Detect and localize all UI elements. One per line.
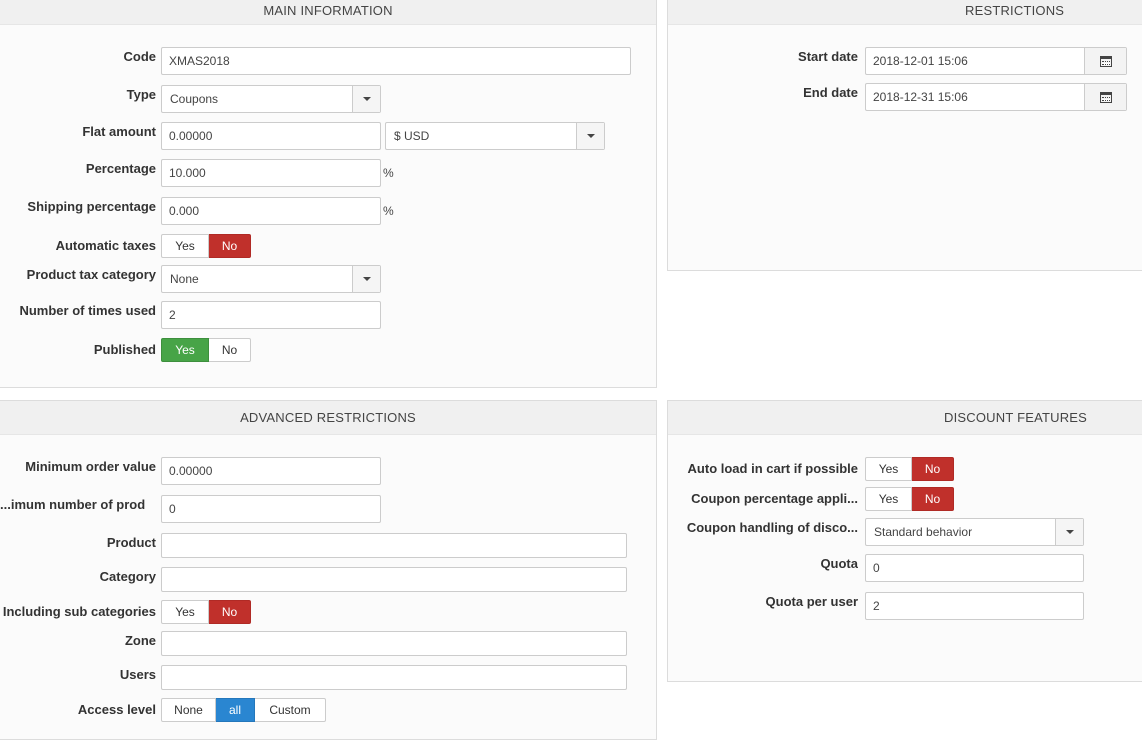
min-products-label: imum number of prod...: [0, 497, 146, 512]
product-tax-category-select[interactable]: None: [161, 265, 381, 293]
type-select[interactable]: Coupons: [161, 85, 381, 113]
coupon-percentage-label: Coupon percentage appli...: [691, 491, 858, 506]
main-information-header: Main information: [0, 0, 656, 25]
min-order-label: Minimum order value: [25, 459, 156, 474]
shipping-percentage-label: Shipping percentage: [27, 199, 156, 214]
code-input[interactable]: XMAS2018: [161, 47, 631, 75]
product-tax-category-value: None: [170, 272, 199, 286]
restrictions-header: Restrictions: [668, 0, 1142, 25]
automatic-taxes-no[interactable]: No: [209, 234, 251, 258]
advanced-restrictions-header: Advanced restrictions: [0, 401, 656, 435]
published-toggle[interactable]: Yes No: [161, 338, 251, 362]
users-input[interactable]: [161, 665, 627, 690]
published-yes[interactable]: Yes: [161, 338, 209, 362]
coupon-percentage-yes[interactable]: Yes: [865, 487, 912, 511]
end-date-calendar-button[interactable]: [1084, 84, 1126, 110]
coupon-percentage-toggle[interactable]: Yes No: [865, 487, 954, 511]
coupon-percentage-no[interactable]: No: [912, 487, 954, 511]
auto-load-toggle[interactable]: Yes No: [865, 457, 954, 481]
users-label: Users: [119, 667, 156, 682]
category-input[interactable]: [161, 567, 627, 592]
end-date-field[interactable]: 2018-12-31 15:06: [865, 83, 1127, 111]
sub-categories-no[interactable]: No: [209, 600, 251, 624]
product-label: Product: [106, 535, 156, 550]
published-no[interactable]: No: [209, 338, 251, 362]
access-level-label: Access level: [77, 702, 156, 717]
flat-amount-input[interactable]: 0.00000: [161, 122, 381, 150]
min-order-input[interactable]: 0.00000: [161, 457, 381, 485]
restrictions-title: Restrictions: [965, 3, 1065, 18]
quota-input[interactable]: 0: [865, 554, 1084, 582]
product-tax-category-label: Product tax category: [26, 267, 156, 282]
published-label: Published: [93, 342, 156, 357]
main-information-panel: Main information Code XMAS2018 Type Coup…: [0, 0, 657, 388]
auto-load-yes[interactable]: Yes: [865, 457, 912, 481]
type-label: Type: [126, 87, 156, 102]
chevron-down-icon: [576, 123, 604, 149]
restrictions-panel: Restrictions Start date 2018-12-01 15:06…: [667, 0, 1142, 271]
sub-categories-toggle[interactable]: Yes No: [161, 600, 251, 624]
chevron-down-icon: [352, 266, 380, 292]
access-level-none[interactable]: None: [161, 698, 216, 722]
chevron-down-icon: [1055, 519, 1083, 545]
times-used-label: Number of times used: [19, 303, 156, 318]
chevron-down-icon: [352, 86, 380, 112]
product-input[interactable]: [161, 533, 627, 558]
coupon-handling-value: Standard behavior: [874, 525, 973, 539]
zone-input[interactable]: [161, 631, 627, 656]
access-level-all[interactable]: all: [216, 698, 255, 722]
automatic-taxes-toggle[interactable]: Yes No: [161, 234, 251, 258]
category-label: Category: [99, 569, 156, 584]
currency-select-value: $ USD: [394, 129, 430, 143]
percentage-input[interactable]: 10.000: [161, 159, 381, 187]
discount-features-title: Discount features: [944, 410, 1088, 425]
start-date-value: 2018-12-01 15:06: [873, 54, 968, 68]
advanced-restrictions-title: Advanced restrictions: [240, 410, 416, 425]
times-used-input[interactable]: 2: [161, 301, 381, 329]
zone-label: Zone: [124, 633, 156, 648]
calendar-icon: [1099, 55, 1112, 67]
min-products-input[interactable]: 0: [161, 495, 381, 523]
coupon-handling-select[interactable]: Standard behavior: [865, 518, 1084, 546]
access-level-toggle[interactable]: None all Custom: [161, 698, 326, 722]
automatic-taxes-yes[interactable]: Yes: [161, 234, 209, 258]
sub-categories-label: Including sub categories: [2, 604, 156, 619]
auto-load-label: Auto load in cart if possible: [687, 461, 858, 476]
coupon-handling-label: Coupon handling of disco...: [686, 520, 858, 535]
start-date-field[interactable]: 2018-12-01 15:06: [865, 47, 1127, 75]
quota-per-user-label: Quota per user: [765, 594, 858, 609]
sub-categories-yes[interactable]: Yes: [161, 600, 209, 624]
automatic-taxes-label: Automatic taxes: [55, 238, 156, 253]
start-date-label: Start date: [798, 49, 858, 64]
advanced-restrictions-panel: Advanced restrictions Minimum order valu…: [0, 400, 657, 740]
calendar-icon: [1099, 91, 1112, 103]
main-information-title: Main information: [263, 3, 393, 18]
end-date-value: 2018-12-31 15:06: [873, 90, 968, 104]
flat-amount-label: Flat amount: [82, 124, 156, 139]
auto-load-no[interactable]: No: [912, 457, 954, 481]
percentage-suffix: %: [383, 166, 394, 180]
shipping-percentage-input[interactable]: 0.000: [161, 197, 381, 225]
percentage-label: Percentage: [85, 161, 156, 176]
start-date-calendar-button[interactable]: [1084, 48, 1126, 74]
discount-features-panel: Discount features Auto load in cart if p…: [667, 400, 1142, 682]
currency-select[interactable]: $ USD: [385, 122, 605, 150]
access-level-custom[interactable]: Custom: [255, 698, 326, 722]
discount-features-header: Discount features: [668, 401, 1142, 435]
quota-label: Quota: [820, 556, 858, 571]
end-date-label: End date: [803, 85, 858, 100]
type-select-value: Coupons: [170, 92, 219, 106]
code-label: Code: [123, 49, 157, 64]
quota-per-user-input[interactable]: 2: [865, 592, 1084, 620]
shipping-percentage-suffix: %: [383, 204, 394, 218]
